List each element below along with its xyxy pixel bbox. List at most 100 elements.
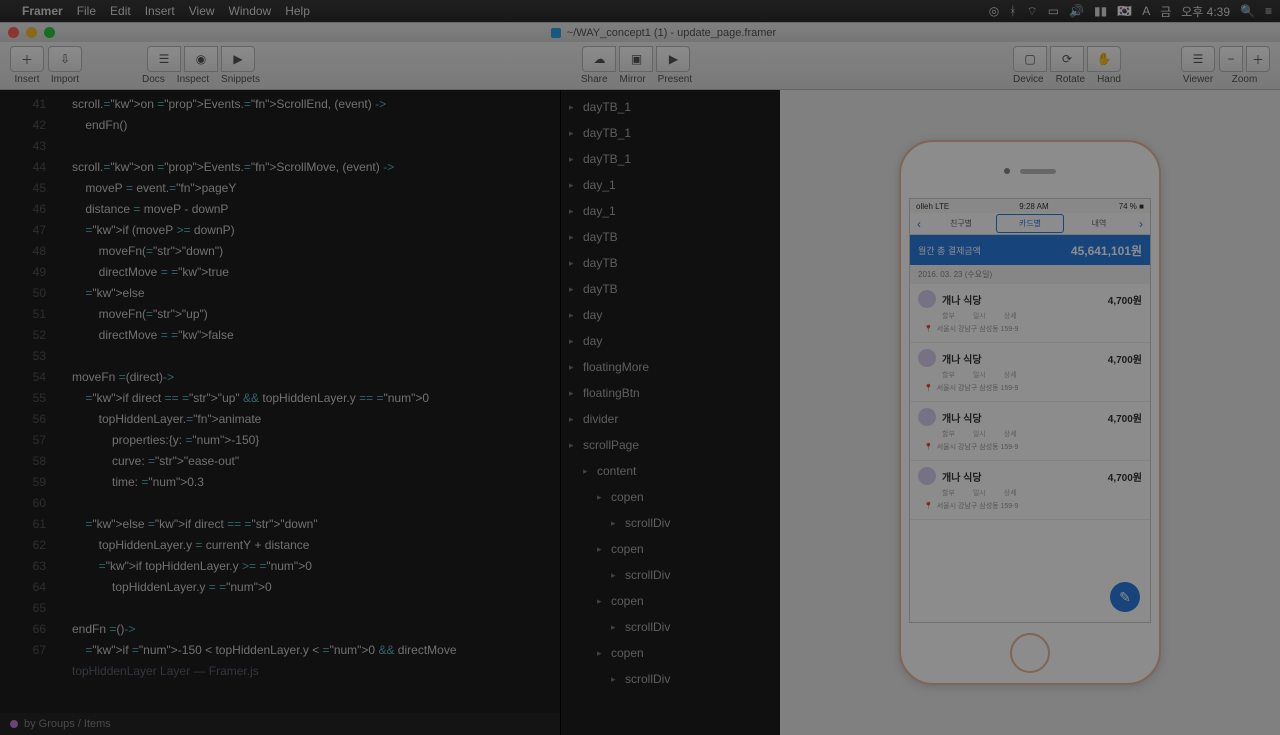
card-amount: 4,700원 bbox=[1108, 292, 1142, 307]
menubar-app[interactable]: Framer bbox=[22, 4, 63, 18]
floating-action-button[interactable]: ✎ bbox=[1110, 582, 1140, 612]
pin-icon: 📍 bbox=[924, 443, 933, 451]
segmented-tabs: ‹ 친구별 카드별 내역 › bbox=[910, 213, 1150, 235]
status-dot-icon bbox=[10, 720, 18, 728]
chevron-icon: ▸ bbox=[569, 102, 579, 113]
wifi-icon[interactable]: ⌔ bbox=[1026, 4, 1037, 19]
transaction-card[interactable]: 개나 식당4,700원할부일시상세📍서울시 강남구 삼성동 159-9 bbox=[910, 284, 1150, 343]
spotlight-icon[interactable]: 🔍 bbox=[1240, 4, 1255, 18]
display-icon[interactable]: ▭ bbox=[1048, 4, 1059, 18]
bt-icon[interactable]: ᚼ bbox=[1009, 4, 1016, 18]
device-button[interactable]: ▢ bbox=[1013, 46, 1047, 72]
tb-zoom-label: Zoom bbox=[1232, 74, 1258, 85]
layer-row[interactable]: ▸dayTB bbox=[561, 224, 780, 250]
chevron-icon: ▸ bbox=[583, 466, 593, 477]
layer-row[interactable]: ▸dayTB_1 bbox=[561, 94, 780, 120]
menu-help[interactable]: Help bbox=[285, 4, 310, 18]
import-button[interactable]: ⇩ bbox=[48, 46, 82, 72]
layer-row[interactable]: ▸copen bbox=[561, 640, 780, 666]
window-titlebar: ~/WAY_concept1 (1) - update_page.framer bbox=[0, 22, 1280, 42]
chevron-icon: ▸ bbox=[569, 310, 579, 321]
layer-row[interactable]: ▸dayTB_1 bbox=[561, 120, 780, 146]
layer-name: scrollDiv bbox=[625, 516, 670, 530]
insert-button[interactable]: ＋ bbox=[10, 46, 44, 72]
battery-icon[interactable]: ▮▮ bbox=[1094, 4, 1107, 18]
layer-panel[interactable]: ▸dayTB_1▸dayTB_1▸dayTB_1▸day_1▸day_1▸day… bbox=[560, 90, 780, 735]
input-icon[interactable]: A bbox=[1142, 4, 1150, 18]
layer-row[interactable]: ▸scrollDiv bbox=[561, 562, 780, 588]
layer-name: day_1 bbox=[583, 178, 616, 192]
layer-row[interactable]: ▸day bbox=[561, 302, 780, 328]
menubar-time[interactable]: 오후 4:39 bbox=[1181, 3, 1230, 20]
layer-row[interactable]: ▸dayTB bbox=[561, 276, 780, 302]
present-button[interactable]: ▶ bbox=[656, 46, 690, 72]
layer-row[interactable]: ▸divider bbox=[561, 406, 780, 432]
tb-insert-label: Insert bbox=[14, 74, 39, 85]
siri-icon[interactable]: ◎ bbox=[989, 4, 999, 18]
hand-button[interactable]: ✋ bbox=[1087, 46, 1121, 72]
snippets-button[interactable]: ▶ bbox=[221, 46, 255, 72]
fullscreen-button[interactable] bbox=[44, 27, 55, 38]
viewer-button[interactable]: ☰ bbox=[1181, 46, 1215, 72]
volume-icon[interactable]: 🔊 bbox=[1069, 4, 1084, 18]
menubar-right: ◎ ᚼ ⌔ ▭ 🔊 ▮▮ 🇰🇷 A 금 오후 4:39 🔍 ≡ bbox=[989, 3, 1272, 20]
workspace: 4142434445464748495051525354555657585960… bbox=[0, 90, 1280, 735]
code-editor[interactable]: 4142434445464748495051525354555657585960… bbox=[0, 90, 560, 735]
tab-2[interactable]: 내역 bbox=[1066, 215, 1132, 232]
layer-row[interactable]: ▸copen bbox=[561, 588, 780, 614]
preview-canvas[interactable]: olleh LTE 9:28 AM 74 % ■ ‹ 친구별 카드별 내역 › … bbox=[780, 90, 1280, 735]
avatar-icon bbox=[918, 290, 936, 308]
code-body[interactable]: scroll.="kw">on ="prop">Events.="fn">Scr… bbox=[54, 90, 560, 682]
framer-file-icon bbox=[551, 28, 561, 38]
layer-row[interactable]: ▸copen bbox=[561, 536, 780, 562]
layer-row[interactable]: ▸content bbox=[561, 458, 780, 484]
rotate-button[interactable]: ⟳ bbox=[1050, 46, 1084, 72]
layer-row[interactable]: ▸copen bbox=[561, 484, 780, 510]
layer-row[interactable]: ▸day_1 bbox=[561, 172, 780, 198]
mirror-button[interactable]: ▣ bbox=[619, 46, 653, 72]
card-note: 서울시 강남구 삼성동 159-9 bbox=[937, 442, 1019, 452]
home-button[interactable] bbox=[1010, 633, 1050, 673]
zoom-in-button[interactable]: ＋ bbox=[1246, 46, 1270, 72]
layer-row[interactable]: ▸day bbox=[561, 328, 780, 354]
transaction-card[interactable]: 개나 식당4,700원할부일시상세📍서울시 강남구 삼성동 159-9 bbox=[910, 343, 1150, 402]
layer-row[interactable]: ▸dayTB bbox=[561, 250, 780, 276]
minimize-button[interactable] bbox=[26, 27, 37, 38]
chevron-icon: ▸ bbox=[569, 414, 579, 425]
card-note: 서울시 강남구 삼성동 159-9 bbox=[937, 501, 1019, 511]
flag-icon[interactable]: 🇰🇷 bbox=[1117, 4, 1132, 18]
menu-window[interactable]: Window bbox=[229, 4, 272, 18]
tb-device-group: ▢ ⟳ ✋ Device Rotate Hand bbox=[1013, 46, 1121, 85]
device-screen[interactable]: olleh LTE 9:28 AM 74 % ■ ‹ 친구별 카드별 내역 › … bbox=[909, 198, 1151, 623]
inspect-button[interactable]: ◉ bbox=[184, 46, 218, 72]
tab-1[interactable]: 카드별 bbox=[996, 214, 1064, 233]
zoom-out-button[interactable]: − bbox=[1219, 46, 1243, 72]
fwd-icon[interactable]: › bbox=[1132, 217, 1150, 231]
docs-button[interactable]: ☰ bbox=[147, 46, 181, 72]
layer-name: dayTB bbox=[583, 282, 618, 296]
layer-name: copen bbox=[611, 594, 644, 608]
menubar-day[interactable]: 금 bbox=[1160, 3, 1171, 20]
layer-row[interactable]: ▸day_1 bbox=[561, 198, 780, 224]
layer-row[interactable]: ▸scrollPage bbox=[561, 432, 780, 458]
layer-row[interactable]: ▸scrollDiv bbox=[561, 666, 780, 692]
transaction-card[interactable]: 개나 식당4,700원할부일시상세📍서울시 강남구 삼성동 159-9 bbox=[910, 402, 1150, 461]
layer-row[interactable]: ▸floatingMore bbox=[561, 354, 780, 380]
tab-0[interactable]: 친구별 bbox=[928, 215, 994, 232]
share-button[interactable]: ☁ bbox=[582, 46, 616, 72]
menu-edit[interactable]: Edit bbox=[110, 4, 131, 18]
card-title: 개나 식당 bbox=[942, 469, 982, 484]
card-list[interactable]: 개나 식당4,700원할부일시상세📍서울시 강남구 삼성동 159-9개나 식당… bbox=[910, 284, 1150, 520]
layer-row[interactable]: ▸floatingBtn bbox=[561, 380, 780, 406]
menu-view[interactable]: View bbox=[189, 4, 215, 18]
layer-row[interactable]: ▸dayTB_1 bbox=[561, 146, 780, 172]
layer-name: day_1 bbox=[583, 204, 616, 218]
menu-file[interactable]: File bbox=[77, 4, 96, 18]
notification-icon[interactable]: ≡ bbox=[1265, 4, 1272, 18]
transaction-card[interactable]: 개나 식당4,700원할부일시상세📍서울시 강남구 삼성동 159-9 bbox=[910, 461, 1150, 520]
layer-row[interactable]: ▸scrollDiv bbox=[561, 614, 780, 640]
back-icon[interactable]: ‹ bbox=[910, 217, 928, 231]
layer-row[interactable]: ▸scrollDiv bbox=[561, 510, 780, 536]
menu-insert[interactable]: Insert bbox=[145, 4, 175, 18]
close-button[interactable] bbox=[8, 27, 19, 38]
